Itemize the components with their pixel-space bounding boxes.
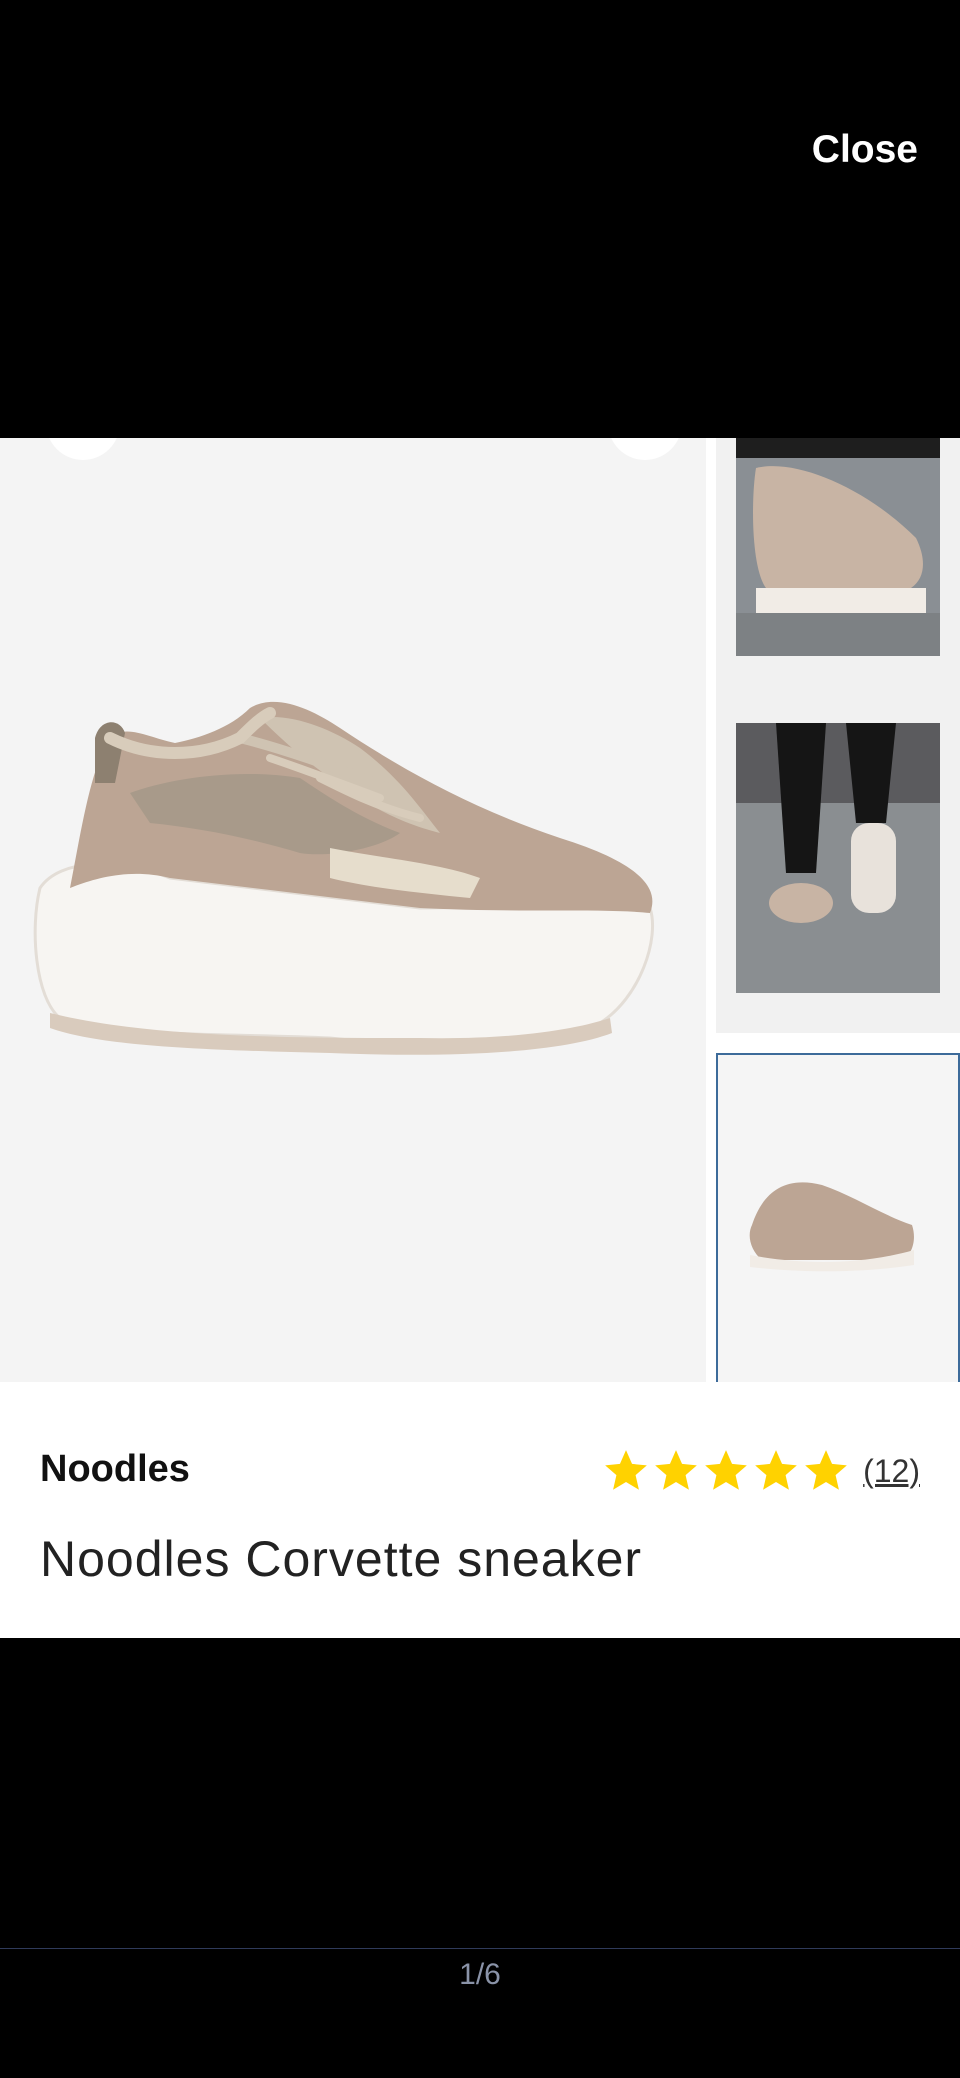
sneaker-worn-side-view-photo (736, 438, 940, 656)
review-count-link[interactable]: (12) (863, 1453, 920, 1490)
star-icon (755, 1450, 797, 1490)
star-icon (805, 1450, 847, 1490)
rating[interactable]: (12) (601, 1446, 920, 1496)
product-info-panel: Noodles (12) Noodles Corvette sneaker (0, 1382, 960, 1638)
sneaker-illustration (33, 701, 655, 1055)
thumbnail-strip (716, 438, 960, 1382)
sneaker-worn-back-view-photo (736, 723, 940, 993)
star-icon (705, 1450, 747, 1490)
thumbnail-3-selected[interactable] (716, 1053, 960, 1382)
image-gallery (0, 438, 960, 1382)
product-name: Noodles Corvette sneaker (40, 1531, 643, 1587)
thumbnail-1[interactable] (716, 438, 960, 706)
page-indicator: 1/6 (459, 1958, 501, 1991)
main-product-image[interactable] (0, 438, 706, 1382)
close-button[interactable]: Close (812, 128, 918, 172)
star-icon (655, 1450, 697, 1490)
brand-name[interactable]: Noodles (40, 1448, 190, 1491)
thumbnail-2[interactable] (716, 688, 960, 1033)
divider (0, 1948, 960, 1949)
star-icon (605, 1450, 647, 1490)
beige-sneaker-thumbnail-photo (749, 1182, 914, 1272)
star-rating (601, 1446, 851, 1496)
